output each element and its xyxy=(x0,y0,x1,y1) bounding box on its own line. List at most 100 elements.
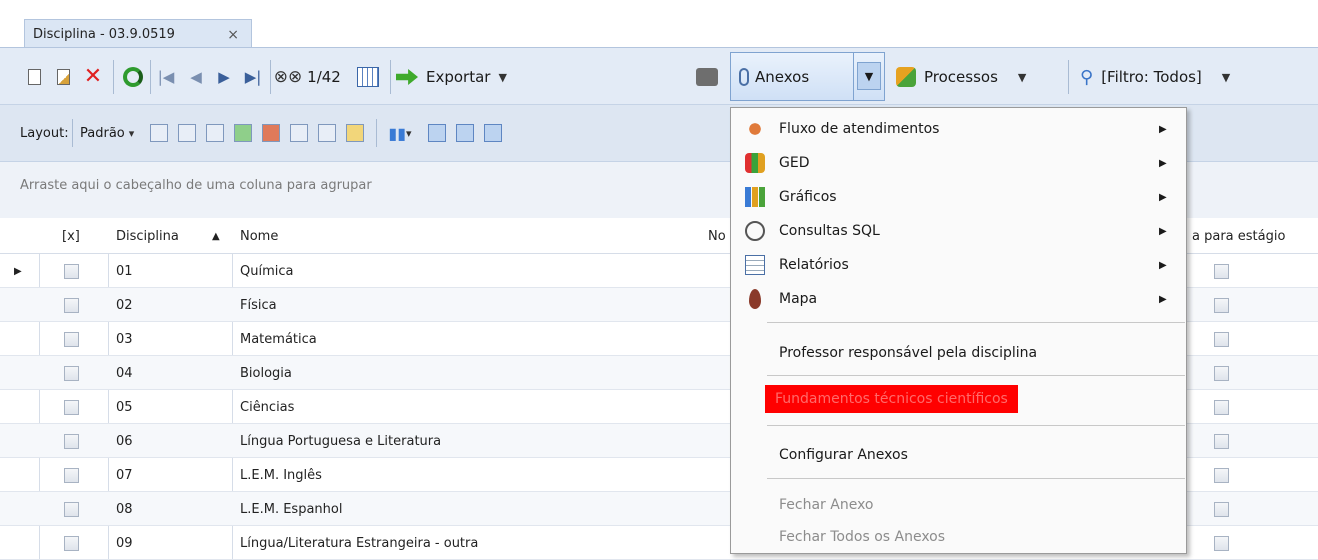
menu-item-professor[interactable]: Professor responsável pela disciplina xyxy=(731,336,1186,370)
row-checkbox[interactable] xyxy=(64,424,79,458)
row-estagio-checkbox[interactable] xyxy=(1214,254,1229,288)
previous-record-button[interactable]: ◀ xyxy=(186,64,206,90)
first-record-button[interactable]: |◀ xyxy=(156,64,176,90)
last-record-button[interactable]: ▶| xyxy=(242,64,264,90)
checkbox-icon xyxy=(1214,263,1229,279)
export-button[interactable]: Exportar ▼ xyxy=(396,64,516,90)
layout-save-icon[interactable] xyxy=(234,124,252,142)
checkbox-icon xyxy=(1214,433,1229,449)
submenu-arrow-icon: ▶ xyxy=(1159,157,1167,169)
view-toggle-icon[interactable] xyxy=(456,124,474,142)
delete-record-button[interactable]: ✕ xyxy=(80,62,106,90)
menu-item-fundamentos[interactable]: Fundamentos técnicos científicos xyxy=(731,382,1186,416)
row-checkbox[interactable] xyxy=(64,390,79,424)
header-estagio[interactable]: a para estágio xyxy=(1192,218,1285,254)
layout-tool-icon[interactable] xyxy=(290,124,308,142)
layout-tool-icon[interactable] xyxy=(346,124,364,142)
anexos-main[interactable]: Anexos xyxy=(739,65,809,89)
row-estagio-checkbox[interactable] xyxy=(1214,492,1229,526)
row-code: 01 xyxy=(116,263,133,279)
layout-tool-icon[interactable] xyxy=(150,124,168,142)
previous-icon: ◀ xyxy=(190,68,202,86)
checkbox-icon xyxy=(1214,467,1229,483)
menu-item-mapa[interactable]: Mapa ▶ xyxy=(731,282,1186,316)
tab-disciplina[interactable]: Disciplina - 03.9.0519 × xyxy=(24,19,252,49)
row-checkbox[interactable] xyxy=(64,288,79,322)
checkbox-icon xyxy=(1214,365,1229,381)
row-estagio-checkbox[interactable] xyxy=(1214,458,1229,492)
refresh-button[interactable] xyxy=(120,64,146,90)
checkbox-icon xyxy=(64,297,79,313)
header-disciplina[interactable]: Disciplina xyxy=(116,218,179,254)
print-button[interactable] xyxy=(694,64,720,90)
row-checkbox[interactable] xyxy=(64,458,79,492)
row-code: 07 xyxy=(116,467,133,483)
menu-item-configurar[interactable]: Configurar Anexos xyxy=(731,438,1186,472)
tab-close-icon[interactable]: × xyxy=(227,27,239,43)
header-no[interactable]: No xyxy=(708,218,726,254)
menu-item-ged[interactable]: GED ▶ xyxy=(731,146,1186,180)
checkbox-icon xyxy=(64,467,79,483)
row-name: Língua/Literatura Estrangeira - outra xyxy=(240,535,479,551)
row-checkbox[interactable] xyxy=(64,526,79,560)
layout-tool-icon[interactable] xyxy=(206,124,224,142)
row-checkbox[interactable] xyxy=(64,254,79,288)
checkbox-icon xyxy=(64,365,79,381)
processos-button[interactable]: Processos ▼ xyxy=(896,64,1066,90)
row-checkbox[interactable] xyxy=(64,356,79,390)
row-checkbox[interactable] xyxy=(64,322,79,356)
new-record-button[interactable] xyxy=(24,66,44,88)
printer-icon xyxy=(696,68,718,86)
next-icon: ▶ xyxy=(218,68,230,86)
processos-dropdown-icon: ▼ xyxy=(1017,70,1027,84)
row-estagio-checkbox[interactable] xyxy=(1214,356,1229,390)
sort-ascending-icon: ▲ xyxy=(212,230,220,242)
layout-tool-icon[interactable] xyxy=(178,124,196,142)
bar-chart-icon: ▮▮ xyxy=(388,123,407,143)
menu-separator xyxy=(767,425,1185,426)
row-checkbox[interactable] xyxy=(64,492,79,526)
view-toggle-icon[interactable] xyxy=(484,124,502,142)
row-estagio-checkbox[interactable] xyxy=(1214,526,1229,560)
edit-record-button[interactable] xyxy=(52,66,74,88)
row-estagio-checkbox[interactable] xyxy=(1214,424,1229,458)
find-button[interactable]: ⊗⊗ xyxy=(274,64,303,90)
flow-icon xyxy=(745,119,765,139)
sql-query-icon xyxy=(745,221,765,241)
header-nome[interactable]: Nome xyxy=(240,218,278,254)
header-check[interactable]: [x] xyxy=(62,218,80,254)
menu-item-consultas-sql[interactable]: Consultas SQL ▶ xyxy=(731,214,1186,248)
menu-item-relatorios[interactable]: Relatórios ▶ xyxy=(731,248,1186,282)
filter-label: [Filtro: Todos] xyxy=(1101,68,1202,86)
sum-icon[interactable] xyxy=(318,124,336,142)
anexos-dropdown-icon[interactable]: ▼ xyxy=(857,62,881,90)
group-panel-hint: Arraste aqui o cabeçalho de uma coluna p… xyxy=(20,178,372,193)
next-record-button[interactable]: ▶ xyxy=(214,64,234,90)
submenu-arrow-icon: ▶ xyxy=(1159,123,1167,135)
view-toggle-icon[interactable] xyxy=(428,124,446,142)
filter-button[interactable]: ⚲ [Filtro: Todos] ▼ xyxy=(1080,64,1280,90)
menu-item-graficos[interactable]: Gráficos ▶ xyxy=(731,180,1186,214)
layout-value: Padrão xyxy=(80,125,125,141)
processes-icon xyxy=(896,67,916,87)
chart-icon xyxy=(745,187,765,207)
grid-view-button[interactable] xyxy=(355,65,381,89)
toolbar-separator xyxy=(270,60,271,94)
anexos-button[interactable]: Anexos ▼ xyxy=(730,52,885,101)
layout-select[interactable]: Padrão ▾ xyxy=(80,121,134,145)
tab-title: Disciplina - 03.9.0519 xyxy=(33,27,175,42)
row-estagio-checkbox[interactable] xyxy=(1214,390,1229,424)
layout-load-icon[interactable] xyxy=(262,124,280,142)
row-code: 05 xyxy=(116,399,133,415)
row-estagio-checkbox[interactable] xyxy=(1214,322,1229,356)
checkbox-icon xyxy=(64,433,79,449)
chart-button[interactable]: ▮▮ ▾ xyxy=(384,121,416,145)
menu-item-fechar-todos: Fechar Todos os Anexos xyxy=(779,529,946,545)
export-dropdown-icon: ▼ xyxy=(498,70,507,84)
row-estagio-checkbox[interactable] xyxy=(1214,288,1229,322)
toolbar-separator xyxy=(390,60,391,94)
menu-separator xyxy=(767,478,1185,479)
first-record-icon: |◀ xyxy=(157,68,175,86)
toolbar-separator xyxy=(72,119,73,147)
menu-item-fluxo[interactable]: Fluxo de atendimentos ▶ xyxy=(731,112,1186,146)
